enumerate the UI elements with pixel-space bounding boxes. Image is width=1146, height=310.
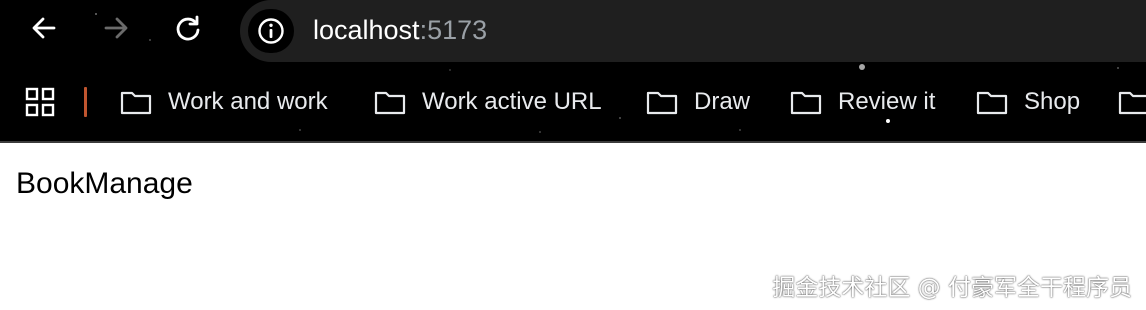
watermark: 掘金技术社区 @ 付豪军全干程序员 (772, 275, 1132, 301)
site-info-button[interactable] (248, 9, 294, 53)
info-icon (258, 18, 284, 44)
reload-button[interactable] (170, 10, 206, 46)
folder-icon (790, 91, 822, 115)
folder-icon (374, 91, 406, 115)
reload-icon (176, 15, 200, 41)
url-text[interactable]: localhost:5173 (313, 13, 487, 47)
arrow-left-icon (32, 17, 56, 39)
bookmark-label: Work active URL (422, 88, 602, 115)
page-title: BookManage (16, 167, 193, 200)
bookmark-label: Draw (694, 88, 751, 115)
url-port: :5173 (419, 15, 488, 45)
back-button[interactable] (26, 10, 62, 46)
url-host: localhost (313, 15, 420, 45)
bookmark-folder-shop[interactable]: Shop (976, 84, 1080, 120)
bookmark-folder-draw[interactable]: Draw (646, 84, 750, 120)
bookmark-folder-work-active-url[interactable]: Work active URL (374, 84, 602, 120)
bookmark-label: Shop (1024, 88, 1081, 115)
bookmarks-bar: Work and work Work active URL Draw Revie… (0, 72, 1146, 132)
arrow-right-icon (104, 17, 128, 39)
folder-icon (976, 91, 1008, 115)
toolbar-divider (0, 141, 1146, 143)
folder-icon (1118, 91, 1146, 115)
apps-button[interactable] (24, 86, 56, 118)
browser-chrome: localhost:5173 Work and work Work active… (0, 0, 1146, 143)
folder-icon (646, 91, 678, 115)
bookmarks-separator (84, 87, 87, 117)
bookmark-label: Review it (838, 88, 936, 115)
forward-button[interactable] (98, 10, 134, 46)
bookmark-folder-overflow[interactable] (1118, 84, 1146, 120)
address-bar[interactable]: localhost:5173 (240, 0, 1146, 62)
bookmark-label: Work and work (168, 88, 328, 115)
apps-grid-icon (25, 87, 55, 117)
bookmark-folder-review-it[interactable]: Review it (790, 84, 935, 120)
bookmark-folder-work-and-work[interactable]: Work and work (120, 84, 328, 120)
folder-icon (120, 91, 152, 115)
